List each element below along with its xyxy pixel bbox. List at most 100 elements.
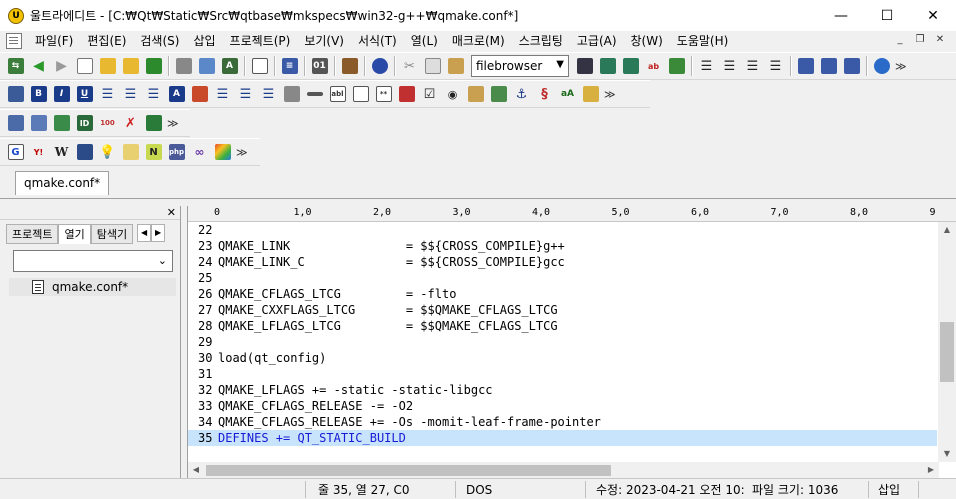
minimize-button[interactable]: — (818, 0, 864, 31)
toolbar-button[interactable]: ID (73, 112, 96, 134)
toolbar-button[interactable]: 01 (308, 55, 331, 77)
toolbar-button[interactable]: ☰ (234, 83, 257, 105)
toolbar-button[interactable] (303, 83, 326, 105)
code-line[interactable]: 32 QMAKE_LFLAGS += -static -static-libgcc (188, 382, 937, 398)
toolbar-button[interactable] (119, 141, 142, 163)
scroll-down-icon[interactable]: ▼ (938, 446, 956, 462)
toolbar-button[interactable]: ** (372, 83, 395, 105)
toolbar-button[interactable] (794, 55, 817, 77)
toolbar-button[interactable]: § (533, 83, 556, 105)
toolbar-button[interactable]: A (165, 83, 188, 105)
toolbar-button[interactable]: G (4, 141, 27, 163)
toolbar-button[interactable] (444, 55, 467, 77)
maximize-button[interactable]: ☐ (864, 0, 910, 31)
code-line[interactable]: 23 QMAKE_LINK = $${CROSS_COMPILE}g++ (188, 238, 937, 254)
toolbar-button[interactable] (172, 55, 195, 77)
toolbar-button[interactable]: N (142, 141, 165, 163)
toolbar-button[interactable]: 100 (96, 112, 119, 134)
code-line[interactable]: 27 QMAKE_CXXFLAGS_LTCG = $$QMAKE_CFLAGS_L… (188, 302, 937, 318)
menu-advanced[interactable]: 고급(A) (570, 31, 624, 51)
status-insert-mode[interactable]: 삽입 (878, 482, 918, 498)
status-line-ending[interactable]: DOS (466, 482, 506, 498)
toolbar-button[interactable]: ☰ (257, 83, 280, 105)
toolbar-button[interactable] (464, 83, 487, 105)
toolbar-button[interactable] (119, 55, 142, 77)
menu-scripting[interactable]: 스크립팅 (512, 31, 570, 51)
chevron-left-icon[interactable]: ◀ (137, 224, 152, 242)
code-line[interactable]: 30 load(qt_config) (188, 350, 937, 366)
list-item[interactable]: qmake.conf* (9, 278, 176, 296)
toolbar-button[interactable]: ∞ (188, 141, 211, 163)
toolbar-button[interactable] (195, 55, 218, 77)
toolbar-button[interactable]: ☑ (418, 83, 441, 105)
toolbar-button[interactable] (142, 112, 165, 134)
toolbar-button[interactable] (368, 55, 391, 77)
toolbar-button[interactable] (73, 55, 96, 77)
menu-help[interactable]: 도움말(H) (670, 31, 736, 51)
toolbar-button[interactable] (349, 83, 372, 105)
code-line[interactable]: 25 (188, 270, 937, 286)
toolbar-button[interactable]: Y! (27, 141, 50, 163)
toolbar-button[interactable]: ◀ (27, 55, 50, 77)
code-line[interactable]: 22 (188, 222, 937, 238)
toolbar-button[interactable]: ☰ (764, 55, 787, 77)
scroll-right-icon[interactable]: ▶ (923, 462, 939, 478)
code-line[interactable]: 24 QMAKE_LINK_C = $${CROSS_COMPILE}gcc (188, 254, 937, 270)
code-line-current[interactable]: 35 DEFINES += QT_STATIC_BUILD (188, 430, 937, 446)
toolbar-button[interactable] (4, 83, 27, 105)
toolbar-button[interactable]: W (50, 141, 73, 163)
mdi-minimize-icon[interactable]: _ (892, 32, 908, 48)
toolbar-button[interactable]: U (73, 83, 96, 105)
toolbar-button[interactable]: ☰ (741, 55, 764, 77)
toolbar-button[interactable] (73, 141, 96, 163)
toolbar-button[interactable] (142, 55, 165, 77)
toolbar-button[interactable]: ☰ (695, 55, 718, 77)
toolbar-button[interactable]: 💡 (96, 141, 119, 163)
toolbar-button[interactable] (96, 55, 119, 77)
code-line[interactable]: 26 QMAKE_CFLAGS_LTCG = -flto (188, 286, 937, 302)
menu-search[interactable]: 검색(S) (133, 31, 186, 51)
mdi-restore-icon[interactable]: ❐ (912, 32, 928, 48)
toolbar-button[interactable] (27, 112, 50, 134)
horizontal-scroll-thumb[interactable] (206, 465, 611, 476)
toolbar-button[interactable]: ◉ (441, 83, 464, 105)
horizontal-scrollbar[interactable]: ◀ ▶ (188, 462, 939, 478)
toolbar-button[interactable] (211, 141, 234, 163)
toolbar-button[interactable]: ☰ (96, 83, 119, 105)
vertical-scroll-thumb[interactable] (940, 322, 954, 382)
toolbar-button[interactable]: A (218, 55, 241, 77)
toolbar-overflow-icon[interactable]: ≫ (604, 88, 616, 101)
toolbar-button[interactable] (338, 55, 361, 77)
toolbar-button[interactable] (619, 55, 642, 77)
toolbar-button[interactable]: ⇆ (4, 55, 27, 77)
menu-window[interactable]: 창(W) (624, 31, 670, 51)
close-button[interactable]: ✕ (910, 0, 956, 31)
scroll-left-icon[interactable]: ◀ (188, 462, 204, 478)
title-bar[interactable]: U 울트라에디트 - [C:₩Qt₩Static₩Src₩qtbase₩mksp… (0, 0, 956, 31)
editor-pane[interactable]: 0 1,0 2,0 3,0 4,0 5,0 6,0 7,0 8,0 9 22 23 QMAKE_LIN… (187, 206, 956, 478)
code-line[interactable]: 33 QMAKE_CFLAGS_RELEASE -= -O2 (188, 398, 937, 414)
toolbar-overflow-icon[interactable]: ≫ (236, 146, 248, 159)
toolbar-button[interactable] (395, 83, 418, 105)
toolbar-button[interactable] (579, 83, 602, 105)
menu-column[interactable]: 열(L) (404, 31, 445, 51)
vertical-scrollbar[interactable]: ▲ ▼ (938, 222, 956, 462)
chevron-right-icon[interactable]: ▶ (151, 224, 166, 242)
code-line[interactable]: 31 (188, 366, 937, 382)
close-icon[interactable]: ✕ (167, 206, 176, 220)
toolbar-button[interactable]: ab (642, 55, 665, 77)
toolbar-button[interactable]: ⚓ (510, 83, 533, 105)
toolbar-button[interactable] (421, 55, 444, 77)
toolbar-button[interactable]: B (27, 83, 50, 105)
menu-edit[interactable]: 편집(E) (80, 31, 133, 51)
panel-filter-combo[interactable]: ⌄ (13, 250, 173, 272)
toolbar-button[interactable] (4, 112, 27, 134)
panel-tab-project[interactable]: 프로젝트 (6, 224, 59, 244)
menu-project[interactable]: 프로젝트(P) (223, 31, 298, 51)
code-line[interactable]: 29 (188, 334, 937, 350)
menu-format[interactable]: 서식(T) (351, 31, 404, 51)
toolbar-button[interactable]: ✂ (398, 55, 421, 77)
toolbar-button[interactable]: ☰ (718, 55, 741, 77)
toolbar-button[interactable] (840, 55, 863, 77)
panel-tab-open[interactable]: 열기 (58, 224, 91, 244)
